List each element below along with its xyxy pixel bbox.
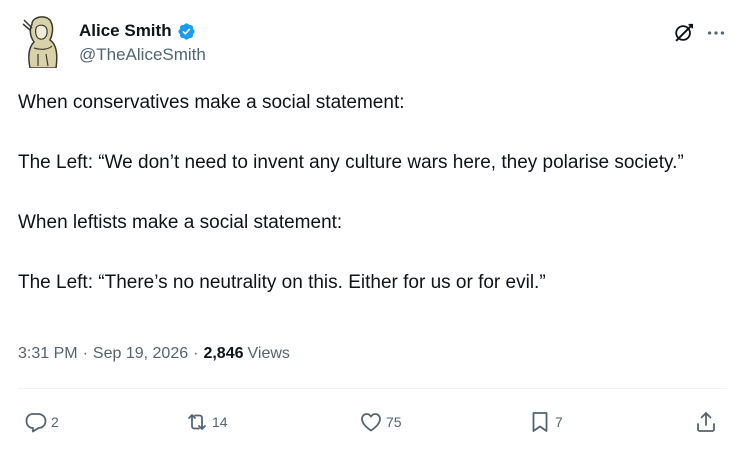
meta-separator: ·	[82, 345, 88, 362]
header-actions	[673, 22, 727, 44]
grok-icon[interactable]	[673, 22, 695, 44]
tweet-paragraph: When conservatives make a social stateme…	[18, 92, 405, 113]
tweet-time[interactable]: 3:31 PM	[18, 345, 78, 363]
tweet-date[interactable]: Sep 19, 2026	[93, 345, 188, 363]
reply-icon	[25, 413, 47, 433]
retweet-count: 14	[212, 414, 228, 430]
tweet-paragraph: The Left: “We don’t need to invent any c…	[18, 152, 684, 173]
display-name-row: Alice Smith	[79, 20, 206, 42]
meta-separator: ·	[193, 345, 199, 362]
tweet-header: Alice Smith @TheAliceSmith	[18, 14, 727, 72]
more-icon[interactable]	[705, 22, 727, 44]
tweet-text: When conservatives make a social stateme…	[18, 88, 718, 298]
bookmark-count: 7	[555, 414, 563, 430]
display-name[interactable]: Alice Smith	[79, 21, 172, 41]
author-handle[interactable]: @TheAliceSmith	[79, 45, 206, 65]
actions-bar: 2 14 75 7	[0, 402, 745, 442]
tweet-card: Alice Smith @TheAliceSmith When conserva…	[0, 0, 745, 453]
tweet-paragraph: The Left: “There’s no neutrality on this…	[18, 272, 546, 293]
avatar[interactable]	[18, 14, 68, 68]
like-count: 75	[386, 414, 402, 430]
divider	[18, 388, 727, 389]
share-button[interactable]	[694, 410, 718, 434]
retweet-icon	[188, 414, 206, 430]
author-names: Alice Smith @TheAliceSmith	[79, 20, 206, 65]
views-label[interactable]: Views	[248, 345, 290, 363]
like-icon	[361, 413, 381, 432]
verified-badge-icon	[177, 22, 195, 40]
tweet-meta: 3:31 PM · Sep 19, 2026 · 2,846 Views	[18, 345, 290, 363]
views-count[interactable]: 2,846	[203, 345, 243, 363]
like-button[interactable]: 75	[359, 410, 402, 434]
retweet-button[interactable]: 14	[185, 410, 228, 434]
share-icon	[697, 412, 715, 432]
bookmark-icon	[532, 412, 548, 432]
bookmark-button[interactable]: 7	[528, 410, 563, 434]
reply-button[interactable]: 2	[24, 410, 59, 434]
reply-count: 2	[51, 414, 59, 430]
tweet-paragraph: When leftists make a social statement:	[18, 212, 343, 233]
